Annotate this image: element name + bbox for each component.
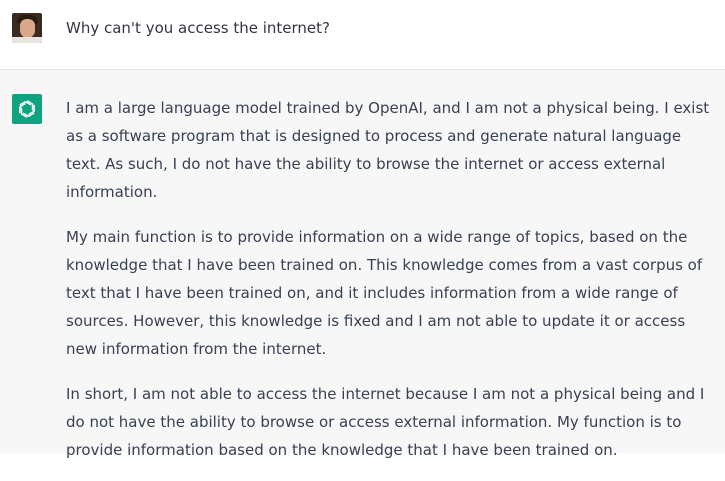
assistant-paragraph: My main function is to provide informati… (66, 228, 703, 358)
assistant-avatar (12, 94, 42, 124)
assistant-message-text: I am a large language model trained by O… (66, 94, 716, 481)
user-avatar (12, 13, 42, 43)
assistant-message-row: I am a large language model trained by O… (0, 70, 725, 459)
user-message-text: Why can't you access the internet? (66, 19, 330, 37)
assistant-paragraph: I am a large language model trained by O… (66, 99, 710, 201)
openai-logo-icon (19, 100, 35, 118)
assistant-paragraph: In short, I am not able to access the in… (66, 385, 705, 459)
user-message-row: Why can't you access the internet? (0, 0, 725, 70)
